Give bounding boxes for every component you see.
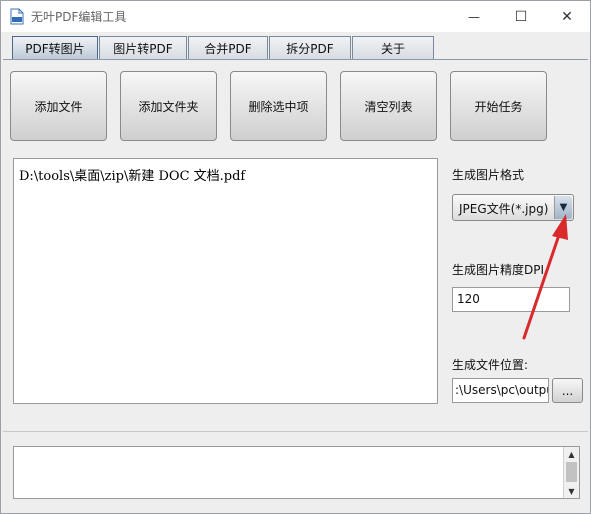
output-location-label: 生成文件位置: [452,358,529,372]
format-select-value: JPEG文件(*.jpg) [459,202,549,216]
tab-about[interactable]: 关于 [352,36,434,60]
tab-split-pdf[interactable]: 拆分PDF [269,36,351,60]
tab-merge-pdf[interactable]: 合并PDF [188,36,268,60]
add-file-button[interactable]: 添加文件 [10,71,107,141]
title-bar: 无叶PDF编辑工具 — ☐ ✕ [1,1,590,32]
log-textarea[interactable]: ▲ ▼ [13,446,580,499]
log-divider [3,431,588,432]
scroll-up-icon[interactable]: ▲ [564,447,579,461]
format-select[interactable]: JPEG文件(*.jpg) ▼ [452,194,574,221]
close-button[interactable]: ✕ [544,1,590,32]
window-title: 无叶PDF编辑工具 [31,10,127,24]
tab-image-to-pdf[interactable]: 图片转PDF [99,36,187,60]
pdf-file-icon [10,8,24,25]
output-path-input[interactable]: :\Users\pc\output [452,378,549,403]
scroll-down-icon[interactable]: ▼ [564,484,579,498]
log-scrollbar[interactable]: ▲ ▼ [563,447,579,498]
maximize-button[interactable]: ☐ [498,1,544,32]
dpi-input[interactable]: 120 [452,287,570,312]
add-folder-button[interactable]: 添加文件夹 [120,71,217,141]
app-window: 无叶PDF编辑工具 — ☐ ✕ PDF转图片 图片转PDF 合并PDF 拆分PD… [0,0,591,514]
chevron-down-icon[interactable]: ▼ [554,196,572,219]
clear-list-button[interactable]: 清空列表 [340,71,437,141]
tab-divider [3,59,588,60]
file-list[interactable]: D:\tools\桌面\zip\新建 DOC 文档.pdf [13,158,438,404]
minimize-button[interactable]: — [451,1,497,32]
format-label: 生成图片格式 [452,168,525,182]
browse-button[interactable]: ... [552,378,583,403]
dpi-label: 生成图片精度DPI [452,263,545,277]
close-icon: ✕ [561,8,573,25]
list-item[interactable]: D:\tools\桌面\zip\新建 DOC 文档.pdf [19,165,245,184]
maximize-icon: ☐ [514,8,528,25]
scroll-thumb[interactable] [566,462,577,482]
tab-pdf-to-image[interactable]: PDF转图片 [12,36,98,60]
start-task-button[interactable]: 开始任务 [450,71,547,141]
minimize-icon: — [468,9,480,24]
delete-selected-button[interactable]: 删除选中项 [230,71,327,141]
